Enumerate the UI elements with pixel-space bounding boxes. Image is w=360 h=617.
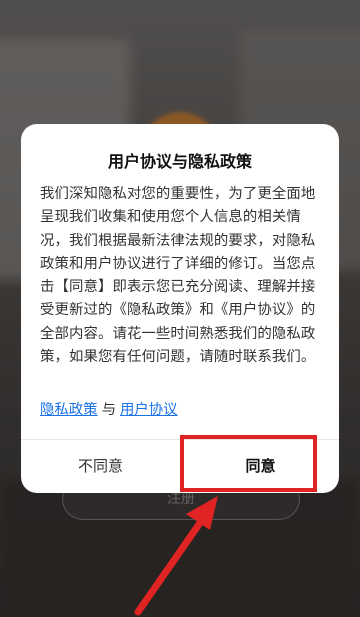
agree-highlight-box [180,435,317,492]
policy-links: 隐私政策与用户协议 [40,398,178,419]
dialog-body-text: 我们深知隐私对您的重要性，为了更全面地呈现我们收集和使用您个人信息的相关情况，我… [40,186,316,366]
and-text: 与 [101,402,116,418]
privacy-policy-link[interactable]: 隐私政策 [40,402,98,418]
arrow-up-right-icon [134,496,218,616]
dialog-title: 用户协议与隐私政策 [107,152,252,171]
user-agreement-link[interactable]: 用户协议 [120,402,178,418]
disagree-button[interactable]: 不同意 [21,440,180,493]
app-screen: 注册 用户协议与隐私政策 我们深知隐私对您的重要性，为了更全面地呈现我们收集和使… [0,0,360,617]
